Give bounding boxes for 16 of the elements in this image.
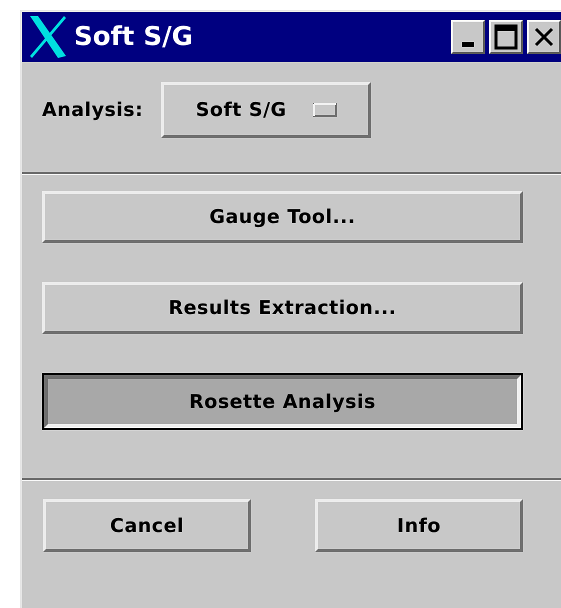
maximize-button[interactable] xyxy=(489,20,523,54)
window-title: Soft S/G xyxy=(74,22,194,52)
close-icon xyxy=(533,26,555,48)
analysis-option-menu[interactable]: Soft S/G xyxy=(161,82,372,138)
dialog-button[interactable]: Info xyxy=(315,499,523,552)
analysis-label: Analysis: xyxy=(42,99,144,121)
dialog-button[interactable]: Cancel xyxy=(43,499,251,552)
action-button[interactable]: Results Extraction... xyxy=(42,282,523,334)
maximize-icon xyxy=(494,24,518,50)
minimize-icon xyxy=(462,42,474,46)
action-button[interactable]: Gauge Tool... xyxy=(42,191,523,243)
close-button[interactable] xyxy=(527,20,561,54)
x-logo-icon xyxy=(28,14,68,60)
option-indicator-icon xyxy=(312,103,337,117)
action-button[interactable]: Rosette Analysis xyxy=(42,373,523,430)
minimize-button[interactable] xyxy=(451,20,485,54)
